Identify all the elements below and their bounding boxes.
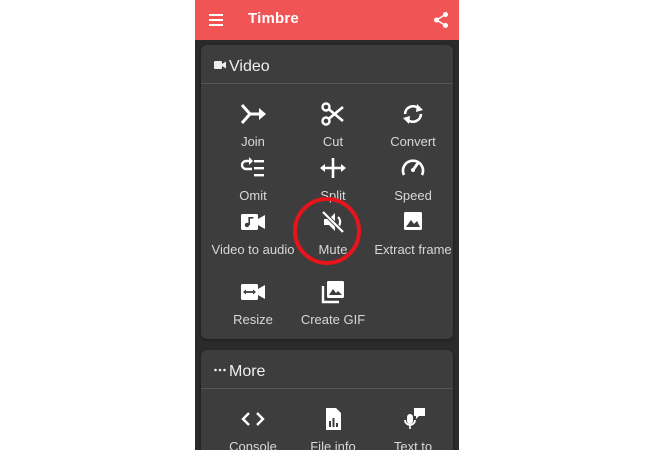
file-info-icon <box>326 408 341 430</box>
more-section-title: More <box>229 363 266 380</box>
hamburger-menu-icon[interactable] <box>208 12 224 28</box>
image-icon <box>404 212 422 230</box>
create-gif-label: Create GIF <box>300 312 366 327</box>
file-info-label: File info <box>310 439 356 450</box>
speed-label: Speed <box>394 188 432 203</box>
scissors-icon <box>321 102 344 126</box>
gif-gallery-icon <box>321 281 344 304</box>
text-to-label: Text to <box>393 439 433 450</box>
omit-icon <box>240 157 264 177</box>
code-icon <box>241 412 265 426</box>
join-arrow-icon <box>240 104 266 124</box>
convert-arrows-icon <box>403 104 423 124</box>
more-card: More Console File info Text to <box>201 350 453 450</box>
cut-label: Cut <box>322 134 344 149</box>
resize-label: Resize <box>233 312 273 327</box>
resize-icon <box>241 284 265 300</box>
video-to-audio-icon <box>241 214 265 230</box>
text-to-speech-icon <box>404 408 425 429</box>
console-label: Console <box>229 439 277 450</box>
video-card-header: Video <box>201 45 453 84</box>
video-section-title: Video <box>229 58 270 75</box>
app-bar: Timbre <box>195 0 459 40</box>
share-icon[interactable] <box>433 11 449 29</box>
convert-label: Convert <box>390 134 436 149</box>
video-camera-icon <box>214 61 226 69</box>
video-card: Video Join Cut Convert Omit Split Speed … <box>201 45 453 339</box>
extract-frame-label: Extract frame <box>374 242 452 257</box>
mute-highlight-ring <box>293 197 361 265</box>
omit-label: Omit <box>239 188 267 203</box>
more-card-header: More <box>201 350 453 389</box>
split-arrows-icon <box>320 158 346 178</box>
join-label: Join <box>241 134 265 149</box>
more-dots-icon <box>214 368 226 372</box>
speedometer-icon <box>401 159 425 176</box>
video-to-audio-label: Video to audio <box>211 242 295 257</box>
app-title: Timbre <box>248 10 299 27</box>
